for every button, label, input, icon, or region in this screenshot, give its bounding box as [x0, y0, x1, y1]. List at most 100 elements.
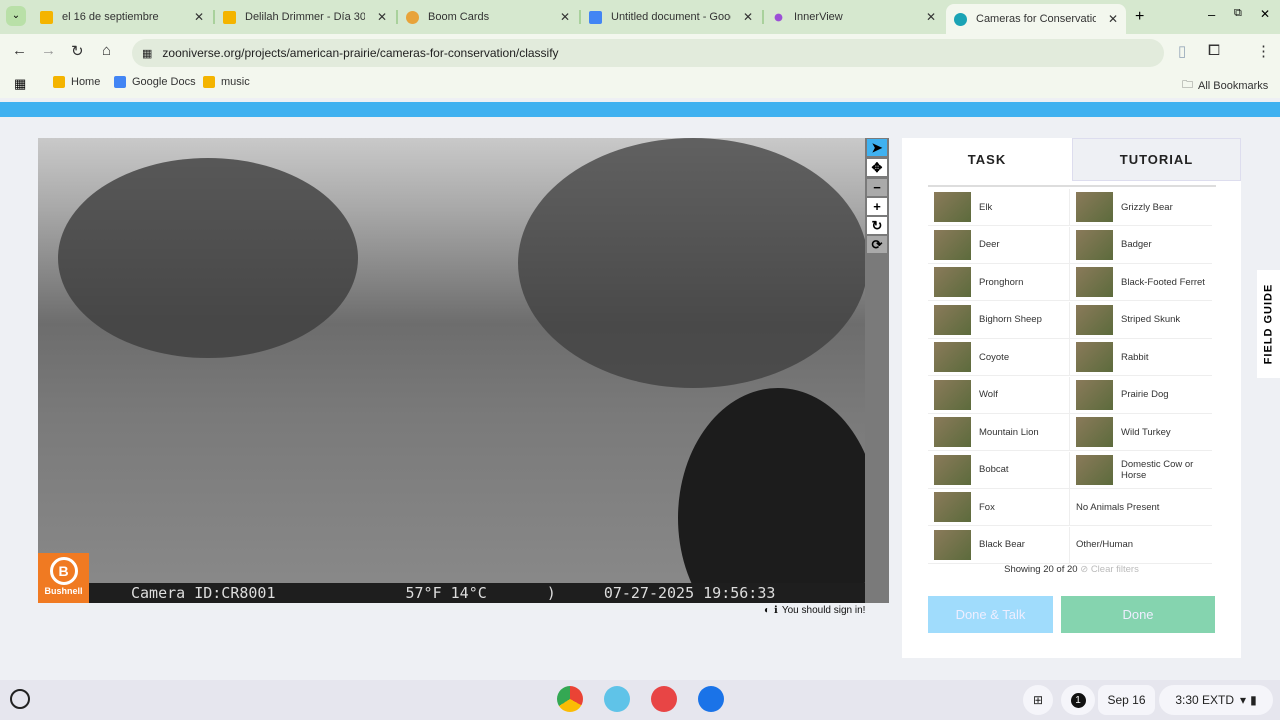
choice-elk[interactable]: Elk [928, 189, 1070, 226]
browser-tab[interactable]: el 16 de septiembre ✕ [32, 4, 212, 30]
minimize-button[interactable]: – [1208, 7, 1215, 22]
apps-icon[interactable]: ▦ [14, 76, 26, 92]
pointer-tool-button[interactable]: ➤ [867, 139, 887, 156]
choice-label: Black Bear [979, 539, 1025, 550]
choice-bobcat[interactable]: Bobcat [928, 451, 1070, 489]
choice-bighorn-sheep[interactable]: Bighorn Sheep [928, 301, 1070, 339]
reload-icon[interactable]: ↻ [71, 42, 84, 60]
reset-button[interactable]: ⟳ [867, 236, 887, 253]
close-icon[interactable]: ✕ [560, 10, 570, 24]
animal-thumbnail [1076, 192, 1113, 222]
field-guide-button[interactable]: FIELD GUIDE [1257, 270, 1280, 378]
close-icon[interactable]: ✕ [1108, 12, 1118, 26]
launcher-button[interactable] [10, 689, 30, 709]
boom-cards-icon [406, 10, 419, 24]
image-toolbar: ➤ ✥ − + ↻ ⟳ [865, 138, 889, 603]
bookmark-music[interactable]: music [203, 76, 250, 88]
tab-search-button[interactable]: ⌄ [6, 6, 26, 26]
animal-thumbnail [1076, 342, 1113, 372]
camera-info-strip: Camera ID:CR8001 57°F 14°C ) 07-27-2025 … [38, 583, 865, 603]
zoom-in-button[interactable]: + [867, 198, 887, 215]
choice-pronghorn[interactable]: Pronghorn [928, 264, 1070, 301]
home-icon[interactable]: ⌂ [102, 42, 111, 59]
done-and-talk-button[interactable]: Done & Talk [928, 596, 1053, 633]
choice-deer[interactable]: Deer [928, 226, 1070, 264]
choice-other-human[interactable]: Other/Human [1070, 527, 1212, 564]
choice-label: Fox [979, 501, 995, 513]
tab-strip: ⌄ el 16 de septiembre ✕ Delilah Drimmer -… [0, 0, 1280, 34]
address-bar[interactable]: ▦ zooniverse.org/projects/american-prairi… [132, 39, 1164, 67]
extensions-icon[interactable]: ⧠ [1208, 42, 1220, 59]
animal-thumbnail [934, 342, 971, 372]
close-icon[interactable]: ✕ [194, 10, 204, 24]
info-icon[interactable]: ℹ [774, 605, 778, 616]
choice-label: Other/Human [1076, 539, 1134, 550]
subject-image[interactable]: Camera ID:CR8001 57°F 14°C ) 07-27-2025 … [38, 138, 865, 603]
animal-thumbnail [1076, 454, 1113, 485]
date-tray[interactable]: Sep 16 [1098, 685, 1155, 715]
choice-mountain-lion[interactable]: Mountain Lion [928, 414, 1070, 451]
pan-tool-button[interactable]: ✥ [867, 159, 887, 176]
choice-label: Coyote [979, 351, 1010, 363]
tab-task[interactable]: TASK [902, 138, 1072, 181]
docs-icon [114, 76, 126, 88]
browser-tab[interactable]: Untitled document - Google✕ [581, 4, 761, 30]
close-icon[interactable]: ✕ [743, 10, 753, 24]
browser-tab[interactable]: Boom Cards ✕ [398, 4, 578, 30]
cloud-app-icon[interactable] [604, 686, 630, 712]
choice-fox[interactable]: Fox [928, 489, 1070, 526]
choice-no-animals-present[interactable]: No Animals Present [1070, 489, 1212, 526]
animal-thumbnail [934, 379, 971, 410]
animal-thumbnail [934, 267, 971, 297]
notification-badge[interactable]: 1 [1061, 685, 1095, 715]
bookmark-google-docs[interactable]: Google Docs [114, 76, 196, 88]
choice-black-bear[interactable]: Black Bear [928, 526, 1070, 564]
paint-app-icon[interactable] [651, 686, 677, 712]
browser-tab[interactable]: InnerView ✕ [764, 4, 944, 30]
choice-wild-turkey[interactable]: Wild Turkey [1070, 414, 1212, 451]
reader-icon[interactable]: ▯ [1178, 42, 1186, 60]
zooniverse-header-bar [0, 102, 1280, 117]
site-info-icon[interactable]: ▦ [142, 47, 152, 60]
new-tab-button[interactable]: + [1135, 8, 1144, 26]
tab-tutorial[interactable]: TUTORIAL [1072, 138, 1241, 181]
close-window-button[interactable]: ✕ [1260, 7, 1270, 21]
all-bookmarks[interactable]: 🗀 All Bookmarks [1182, 76, 1268, 95]
restore-button[interactable]: ⧉ [1234, 7, 1242, 20]
choice-label: Elk [979, 201, 993, 213]
camera-app-icon[interactable] [698, 686, 724, 712]
choice-rabbit[interactable]: Rabbit [1070, 339, 1212, 376]
choice-label: Pronghorn [979, 276, 1024, 288]
choice-prairie-dog[interactable]: Prairie Dog [1070, 377, 1212, 414]
contrast-icon[interactable]: ◐ [764, 605, 770, 616]
browser-tab-active[interactable]: Cameras for Conservation ✕ [946, 4, 1126, 34]
menu-icon[interactable]: ⋮ [1256, 42, 1271, 60]
rotate-button[interactable]: ↻ [867, 217, 887, 234]
animal-thumbnail [1076, 304, 1113, 335]
choice-wolf[interactable]: Wolf [928, 376, 1070, 414]
choice-domestic-cow-or-horse[interactable]: Domestic Cow or Horse [1070, 452, 1212, 489]
bookmark-home[interactable]: Home [53, 76, 100, 88]
holding-space-icon[interactable]: ⊞ [1023, 685, 1053, 715]
animal-thumbnail [934, 229, 971, 260]
choice-black-footed-ferret[interactable]: Black-Footed Ferret [1070, 264, 1212, 301]
close-icon[interactable]: ✕ [926, 10, 936, 24]
done-button[interactable]: Done [1061, 596, 1215, 633]
docs-icon [589, 10, 602, 24]
folder-icon: 🗀 [1182, 79, 1193, 91]
clear-filters-button[interactable]: ⊘ Clear filters [1080, 564, 1139, 575]
sign-in-notice: ◐ ℹ You should sign in! [764, 605, 866, 616]
animal-thumbnail [1076, 229, 1113, 260]
chrome-app-icon[interactable] [557, 686, 583, 712]
status-tray[interactable]: 3:30 EXTD ▾ ▮ [1159, 685, 1273, 715]
forward-icon[interactable]: → [41, 42, 56, 59]
browser-tab[interactable]: Delilah Drimmer - Día 30 - G✕ [215, 4, 395, 30]
bushnell-logo: B Bushnell [38, 553, 89, 603]
zoom-out-button[interactable]: − [867, 179, 887, 196]
choice-badger[interactable]: Badger [1070, 227, 1212, 264]
back-icon[interactable]: ← [12, 42, 27, 59]
choice-striped-skunk[interactable]: Striped Skunk [1070, 302, 1212, 339]
choice-grizzly-bear[interactable]: Grizzly Bear [1070, 189, 1212, 226]
close-icon[interactable]: ✕ [377, 10, 387, 24]
choice-coyote[interactable]: Coyote [928, 339, 1070, 376]
